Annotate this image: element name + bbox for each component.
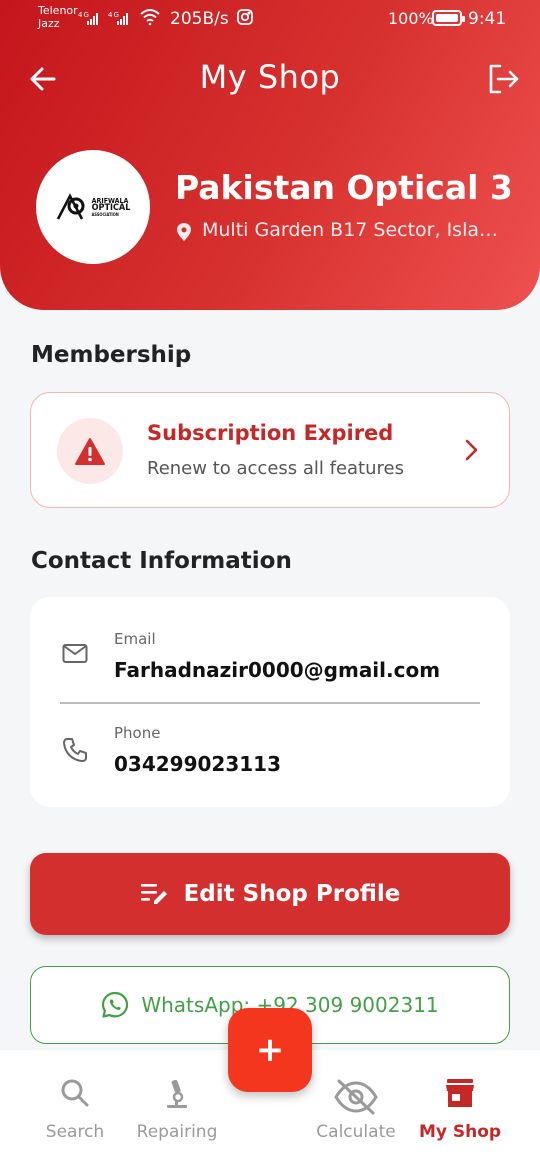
contact-heading: Contact Information	[31, 548, 292, 574]
svg-text:4G: 4G	[78, 11, 90, 19]
microscope-icon	[162, 1078, 192, 1114]
battery-icon	[432, 10, 465, 26]
nav-item-repairing[interactable]: Repairing	[122, 1050, 232, 1170]
eye-off-icon	[333, 1078, 379, 1120]
edit-shop-profile-button[interactable]: Edit Shop Profile	[30, 853, 510, 935]
clock: 9:41	[468, 9, 507, 29]
chevron-right-icon	[461, 437, 481, 467]
nav-item-calculate[interactable]: Calculate	[301, 1050, 411, 1170]
whatsapp-icon	[102, 991, 129, 1018]
signal-icon: 4G 4G	[78, 10, 136, 29]
subscription-description: Renew to access all features	[147, 458, 404, 479]
wifi-icon	[140, 8, 160, 30]
warning-icon	[57, 418, 123, 484]
store-icon	[444, 1078, 476, 1112]
email-label: Email	[114, 630, 156, 648]
shop-location: Multi Garden B17 Sector, Islamabad	[202, 219, 512, 241]
edit-shop-profile-label: Edit Shop Profile	[183, 881, 401, 907]
search-icon	[60, 1078, 90, 1112]
phone-value[interactable]: 034299023113	[114, 752, 281, 776]
phone-icon	[62, 737, 88, 767]
nav-label-search: Search	[45, 1122, 105, 1142]
mail-icon	[62, 643, 88, 669]
plus-icon: +	[255, 1030, 285, 1070]
subscription-card[interactable]: Subscription Expired Renew to access all…	[30, 392, 510, 508]
subscription-status: Subscription Expired	[147, 421, 394, 445]
divider	[60, 702, 480, 704]
nav-label-my-shop: My Shop	[418, 1122, 502, 1142]
email-value[interactable]: Farhadnazir0000@gmail.com	[114, 658, 440, 682]
contact-card: Email Farhadnazir0000@gmail.com Phone 03…	[30, 597, 510, 807]
header: Telenor Jazz 4G 4G 205B/s 100% 9:41 My S…	[0, 0, 540, 310]
instagram-icon	[237, 9, 253, 29]
battery-percent: 100%	[388, 9, 434, 28]
nav-label-calculate: Calculate	[316, 1122, 396, 1142]
nav-item-search[interactable]: Search	[20, 1050, 130, 1170]
net-speed: 205B/s	[170, 9, 229, 29]
add-fab-button[interactable]: +	[228, 1008, 312, 1092]
carrier-label: Telenor Jazz	[38, 4, 78, 30]
nav-item-my-shop[interactable]: My Shop	[405, 1050, 515, 1170]
shop-logo: ARIFWALA OPTICAL ASSOCIATION	[36, 150, 150, 264]
logout-icon	[489, 64, 519, 94]
eye-logo-icon	[56, 193, 85, 220]
status-bar: Telenor Jazz 4G 4G 205B/s 100% 9:41	[0, 0, 540, 40]
phone-label: Phone	[114, 724, 161, 742]
svg-text:4G: 4G	[108, 11, 120, 19]
nav-label-repairing: Repairing	[136, 1122, 218, 1142]
membership-heading: Membership	[31, 342, 192, 368]
shop-name: Pakistan Optical 3	[175, 168, 513, 207]
logout-button[interactable]	[486, 62, 520, 96]
edit-list-icon	[140, 884, 167, 904]
page-title: My Shop	[199, 58, 341, 96]
location-pin-icon	[176, 222, 192, 246]
